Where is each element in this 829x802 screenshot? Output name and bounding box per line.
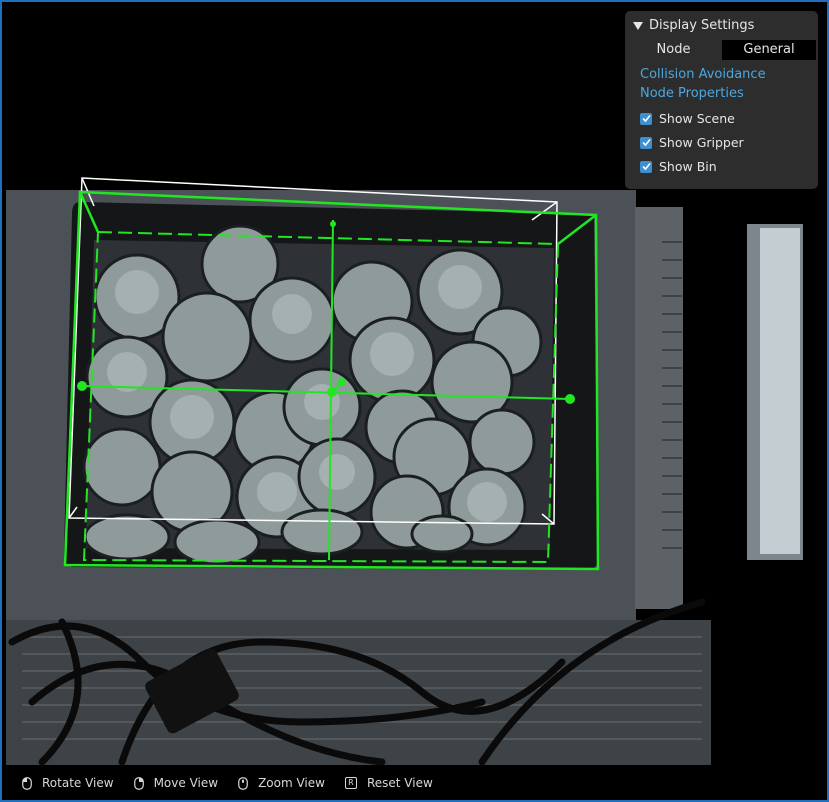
checkmark-icon [641, 114, 651, 123]
show-bin-checkbox-row[interactable]: Show Bin [640, 159, 717, 174]
show-gripper-checkbox-row[interactable]: Show Gripper [640, 135, 744, 150]
move-view-label: Move View [153, 776, 219, 790]
settings-tabs: Node General [625, 40, 818, 60]
display-settings-panel: Display Settings Node General Collision … [625, 11, 818, 189]
show-gripper-checkbox[interactable] [640, 136, 652, 149]
display-settings-header[interactable]: Display Settings [633, 18, 754, 33]
reset-view-control[interactable]: R Reset View [344, 776, 433, 790]
collision-avoidance-link[interactable]: Collision Avoidance [640, 67, 766, 82]
viewer-frame: Display Settings Node General Collision … [0, 0, 829, 802]
reset-view-label: Reset View [366, 776, 433, 790]
node-properties-link[interactable]: Node Properties [640, 86, 744, 101]
rotate-view-control[interactable]: Rotate View [22, 776, 114, 790]
show-bin-label: Show Bin [659, 159, 717, 174]
zoom-view-control[interactable]: Zoom View [238, 776, 325, 790]
door-face [760, 228, 800, 554]
show-gripper-label: Show Gripper [659, 135, 744, 150]
mouse-right-icon [133, 776, 144, 790]
zoom-view-label: Zoom View [258, 776, 325, 790]
show-scene-checkbox[interactable] [640, 112, 652, 125]
tab-node[interactable]: Node [625, 40, 722, 60]
r-key-icon: R [344, 777, 357, 789]
show-scene-checkbox-row[interactable]: Show Scene [640, 111, 735, 126]
display-settings-title: Display Settings [649, 18, 755, 33]
move-view-control[interactable]: Move View [133, 776, 219, 790]
show-scene-label: Show Scene [659, 111, 735, 126]
mouse-wheel-icon [238, 776, 248, 790]
tab-general[interactable]: General [722, 40, 816, 60]
checkmark-icon [641, 162, 651, 171]
show-bin-checkbox[interactable] [640, 160, 652, 173]
collapse-triangle-icon[interactable] [633, 21, 643, 30]
mouse-left-icon [22, 776, 32, 790]
view-controls-bar: Rotate View Move View Zoom View R Reset … [2, 768, 827, 798]
checkmark-icon [641, 138, 651, 147]
rotate-view-label: Rotate View [42, 776, 114, 790]
